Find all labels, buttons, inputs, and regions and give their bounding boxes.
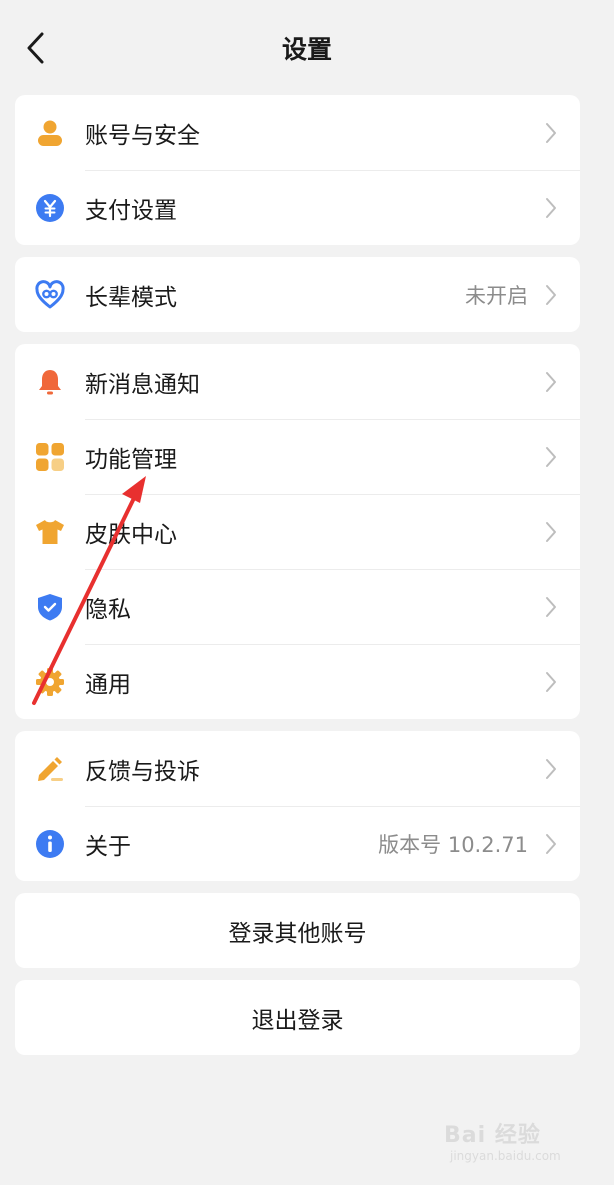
- elder-mode-status: 未开启: [465, 283, 528, 308]
- grid-icon: [36, 442, 64, 471]
- logout-label: 退出登录: [251, 1007, 344, 1034]
- user-icon: [38, 120, 62, 146]
- chevron-right-icon: [546, 758, 556, 779]
- shield-icon: [38, 593, 62, 620]
- menu-item-label: 支付设置: [85, 197, 177, 224]
- info-icon: [36, 829, 64, 858]
- account-group: 账号与安全 支付设置: [15, 95, 580, 245]
- menu-item-label: 新消息通知: [85, 371, 200, 398]
- menu-item-label: 功能管理: [85, 446, 177, 473]
- chevron-right-icon: [546, 122, 556, 143]
- version-text: 版本号 10.2.71: [378, 832, 528, 857]
- menu-item-privacy[interactable]: 隐私: [15, 569, 580, 644]
- chevron-right-icon: [546, 284, 556, 305]
- watermark-logo: Bai 经验: [444, 1123, 541, 1148]
- menu-item-label: 账号与安全: [85, 122, 200, 149]
- watermark-url: jingyan.baidu.com: [450, 1149, 561, 1163]
- bell-icon: [39, 369, 61, 394]
- menu-item-elder-mode[interactable]: 长辈模式 未开启: [15, 257, 580, 332]
- menu-item-general[interactable]: 通用: [15, 644, 580, 719]
- chevron-right-icon: [546, 671, 556, 692]
- gear-icon: [36, 667, 64, 696]
- menu-item-account-security[interactable]: 账号与安全: [15, 95, 580, 170]
- features-group: 新消息通知 功能管理 皮肤中心 隐私 通用: [15, 344, 580, 719]
- switch-account-button[interactable]: 登录其他账号: [15, 893, 580, 968]
- nav-bar: 设置: [0, 0, 614, 95]
- tshirt-icon: [36, 519, 64, 544]
- menu-item-feature-management[interactable]: 功能管理: [15, 419, 580, 494]
- menu-item-label: 关于: [85, 833, 131, 860]
- menu-item-about[interactable]: 关于 版本号 10.2.71: [15, 806, 580, 881]
- chevron-right-icon: [546, 371, 556, 392]
- page-title: 设置: [281, 35, 332, 64]
- chevron-right-icon: [546, 521, 556, 542]
- watermark: Bai 经验 jingyan.baidu.com: [444, 1117, 594, 1171]
- menu-item-label: 长辈模式: [85, 284, 177, 311]
- menu-item-skin-center[interactable]: 皮肤中心: [15, 494, 580, 569]
- chevron-right-icon: [546, 197, 556, 218]
- pencil-icon: [38, 756, 63, 781]
- menu-item-feedback[interactable]: 反馈与投诉: [15, 731, 580, 806]
- elder-mode-group: 长辈模式 未开启: [15, 257, 580, 332]
- switch-account-label: 登录其他账号: [228, 920, 367, 947]
- settings-page: 设置 账号与安全 支付设置 长辈模式 未开启 新消息通知 功能管理 皮肤中心 隐…: [0, 0, 614, 1185]
- chevron-right-icon: [546, 596, 556, 617]
- menu-item-notifications[interactable]: 新消息通知: [15, 344, 580, 419]
- menu-item-label: 隐私: [85, 596, 131, 623]
- heart-link-icon: [35, 279, 65, 308]
- logout-button[interactable]: 退出登录: [15, 980, 580, 1055]
- menu-item-label: 通用: [85, 671, 131, 698]
- yuan-icon: [36, 193, 64, 222]
- chevron-right-icon: [546, 446, 556, 467]
- menu-item-label: 皮肤中心: [85, 521, 177, 548]
- chevron-right-icon: [546, 833, 556, 854]
- menu-item-payment-settings[interactable]: 支付设置: [15, 170, 580, 245]
- support-group: 反馈与投诉 关于 版本号 10.2.71: [15, 731, 580, 881]
- menu-item-label: 反馈与投诉: [85, 758, 200, 785]
